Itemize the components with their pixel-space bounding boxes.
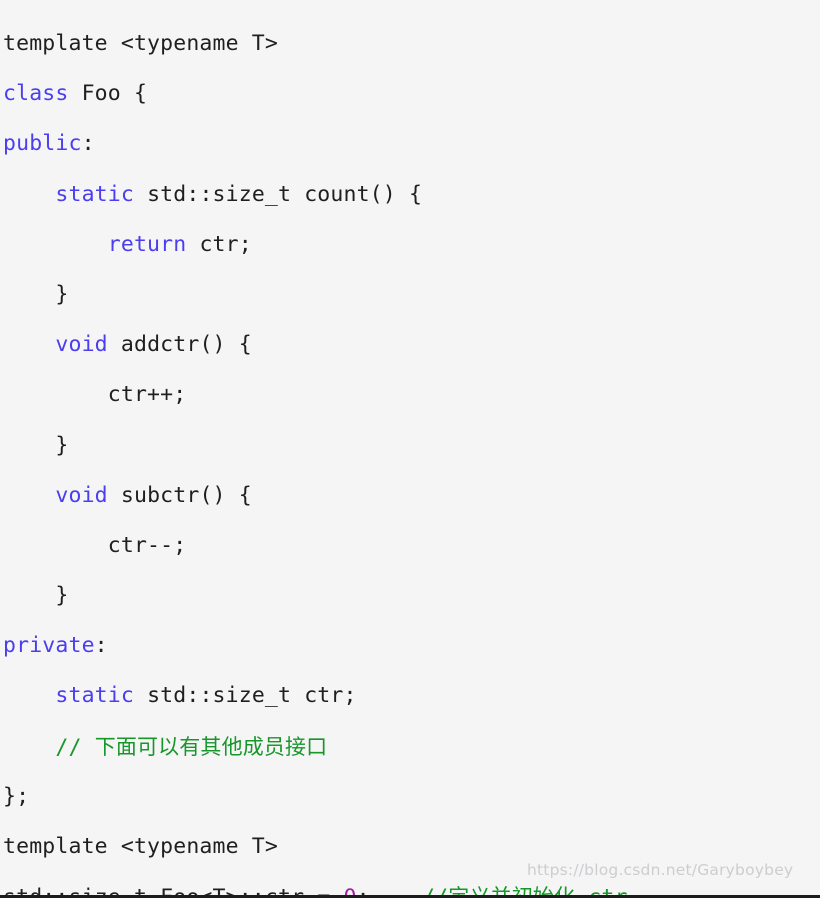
code-snippet-figure: template <typename T> class Foo {public: …: [0, 0, 820, 898]
code-token-plain: template <typename T>: [3, 31, 278, 56]
code-line: // 下面可以有其他成员接口: [3, 722, 820, 772]
code-token-kw: static: [55, 181, 134, 207]
code-line: void subctr() {: [3, 471, 820, 521]
code-line: std::size_t Foo<T>::ctr = 0; //定义并初始化 ct…: [3, 872, 820, 898]
code-token-num: 0: [343, 885, 357, 898]
code-block: template <typename T> class Foo {public: …: [0, 13, 820, 898]
code-token-plain: ;: [356, 885, 423, 898]
code-token-kw: public: [3, 131, 82, 157]
code-line: }: [3, 270, 820, 320]
code-token-kw: return: [107, 231, 187, 257]
code-line: };: [3, 772, 820, 822]
code-token-plain: std::size_t Foo<T>::ctr =: [3, 885, 344, 898]
code-token-comment: //: [55, 734, 95, 760]
code-token-plain: std::size_t count() {: [133, 181, 423, 207]
code-token-plain: :: [94, 633, 108, 659]
code-token-comment: //: [422, 885, 449, 898]
code-line: void addctr() {: [3, 320, 820, 370]
code-token-kw: static: [55, 683, 134, 709]
code-line: }: [3, 421, 820, 471]
code-token-plain: template <typename T>: [3, 834, 278, 859]
code-token-kw: void: [55, 332, 108, 358]
code-token-plain: }: [3, 432, 69, 458]
code-line: static std::size_t count() {: [3, 170, 820, 220]
code-token-plain: ctr++;: [3, 382, 187, 408]
code-token-plain: }: [3, 281, 69, 307]
code-token-plain: subctr() {: [107, 482, 252, 508]
code-token-plain: addctr() {: [107, 332, 252, 358]
code-line: public:: [3, 119, 820, 169]
code-token-plain: std::size_t ctr;: [133, 683, 357, 709]
code-token-plain: };: [3, 783, 30, 809]
code-token-plain: ctr--;: [3, 532, 187, 558]
code-line: template <typename T>: [3, 19, 820, 69]
code-token-plain: }: [3, 583, 69, 609]
code-token-comment-cjk: 下面可以有其他成员接口: [94, 734, 328, 759]
code-line: static std::size_t ctr;: [3, 671, 820, 721]
code-token-comment-cjk: 定义并初始化: [448, 885, 576, 898]
code-line: private:: [3, 621, 820, 671]
code-line: template <typename T>: [3, 822, 820, 872]
code-token-plain: ctr;: [186, 231, 252, 257]
code-token-kw: private: [3, 633, 95, 659]
code-token-kw: void: [55, 482, 108, 508]
code-token-plain: :: [81, 131, 95, 157]
code-line: class Foo {: [3, 69, 820, 119]
code-token-comment: ctr: [575, 885, 628, 898]
code-line: ctr--;: [3, 521, 820, 571]
code-line: ctr++;: [3, 370, 820, 420]
code-token-kw: class: [3, 81, 69, 107]
code-line: return ctr;: [3, 220, 820, 270]
code-line: }: [3, 571, 820, 621]
code-token-plain: Foo {: [68, 81, 148, 107]
